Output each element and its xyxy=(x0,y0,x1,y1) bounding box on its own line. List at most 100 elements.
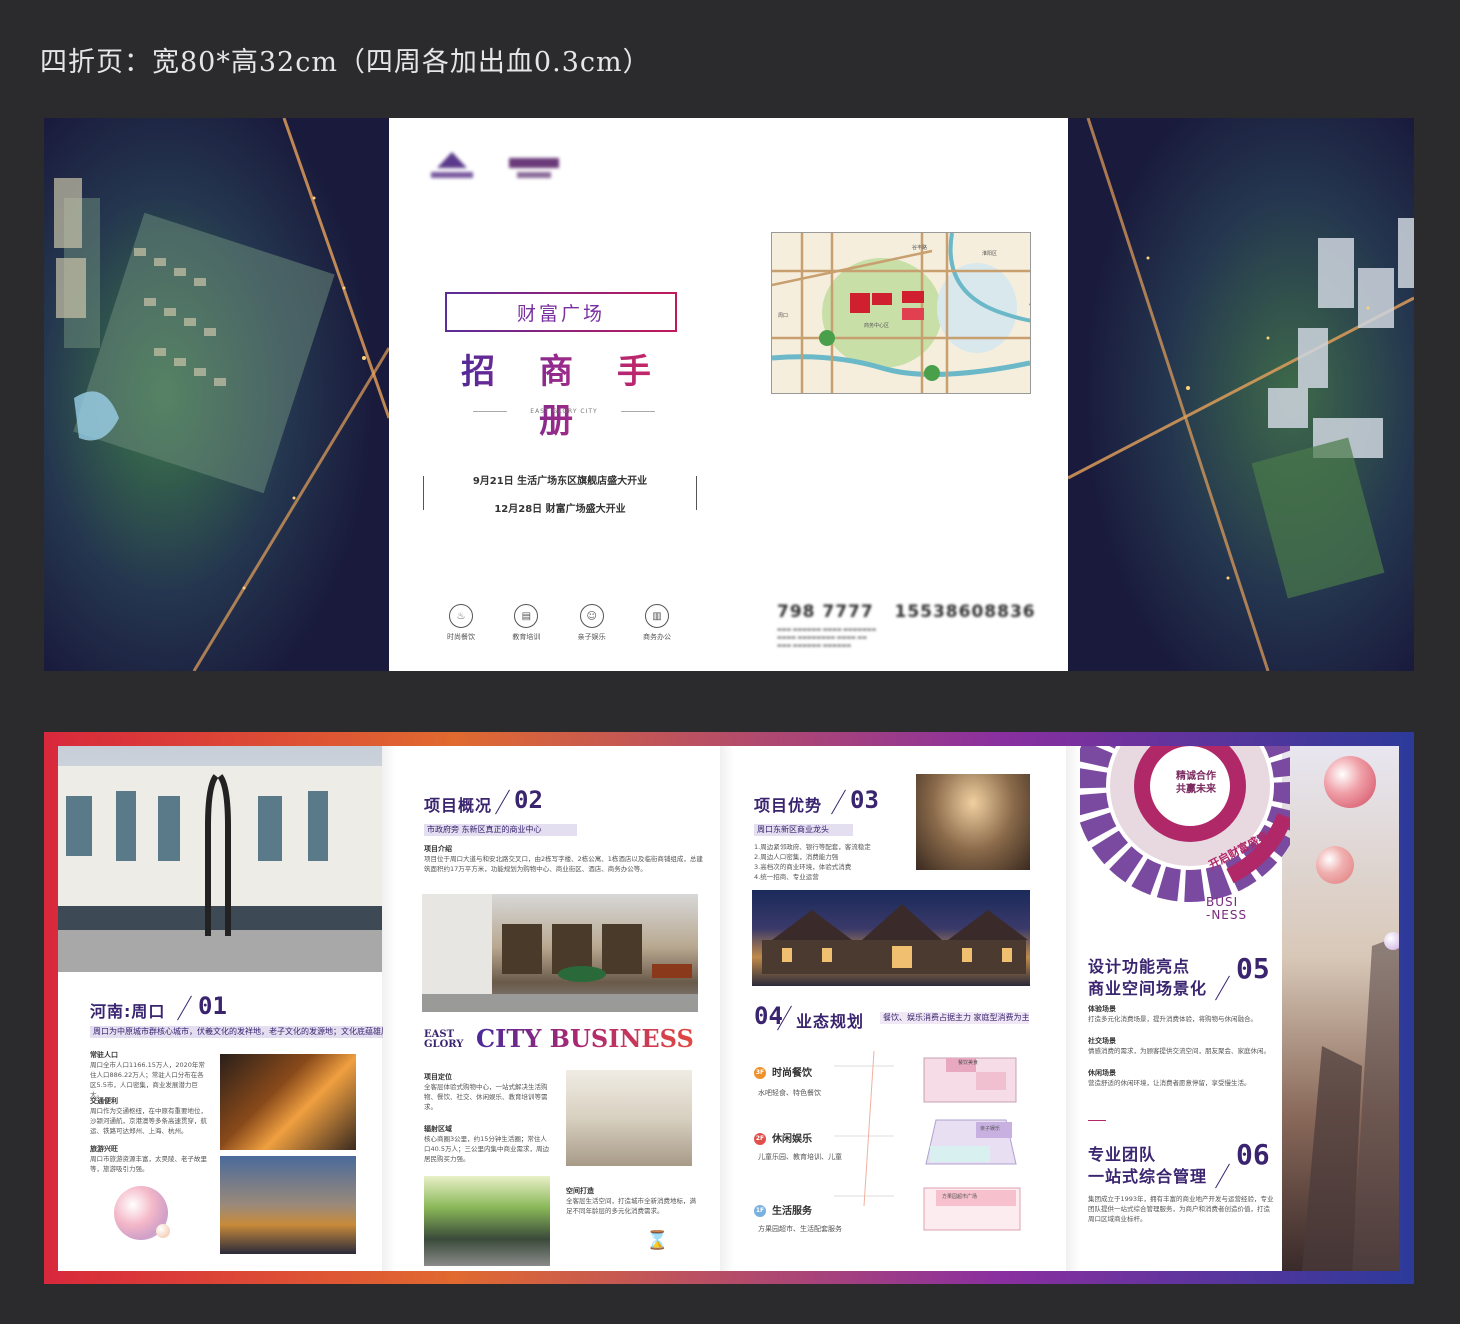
icon-item-education: ▤ 教育培训 xyxy=(504,604,548,642)
title-slash xyxy=(177,995,192,1021)
floor-plan-3f: 餐饮美食 xyxy=(916,1052,1026,1108)
ring-text-1: 精诚合作 xyxy=(1176,771,1216,782)
panel-project-advantage: 项目优势 03 周口东新区商业龙头 1.周边紧邻政府、银行等配套，客流稳定 2.… xyxy=(734,746,1066,1271)
title-5b: 商业空间场景化 xyxy=(1088,979,1208,998)
info-body: 周口全市人口1166.15万人，2020年常住人口886.22万人；常驻人口分布… xyxy=(90,1061,205,1099)
info-block-tourism: 旅游兴旺周口市旅游资源丰富，太昊陵、老子故里等，旅游吸引力强。 xyxy=(90,1144,208,1174)
feature-head: 社交场景 xyxy=(1088,1037,1116,1045)
supermarket-photo xyxy=(424,1176,550,1266)
title-5a: 设计功能亮点 xyxy=(1088,957,1191,976)
panel-business-features: 精诚合作 共赢未来 开启财富盛宴 BUSI -NESS 设计功能亮点 商业空间场景化 … xyxy=(1066,746,1399,1271)
brand-east-glory: EAST GLORY xyxy=(424,1030,463,1050)
busi: BUSI xyxy=(1206,895,1239,909)
decor-bubble xyxy=(156,1224,170,1238)
floor-plan-1f: 方果园超市广场 xyxy=(916,1180,1026,1236)
divider xyxy=(1088,1120,1106,1121)
busi-ness-text: BUSI -NESS xyxy=(1206,896,1247,922)
floor-name: 生活服务 xyxy=(772,1206,812,1217)
info-block-population: 常驻人口 周口全市人口1166.15万人，2020年常住人口886.22万人；常驻… xyxy=(90,1050,208,1100)
floor-row-2f: 2F 休闲娱乐 xyxy=(754,1130,812,1145)
floor-dot: 2F xyxy=(754,1133,766,1145)
icon-item-dining: ♨ 时尚餐饮 xyxy=(439,604,483,642)
title-slash xyxy=(831,789,846,815)
section-title-4: 业态规划 xyxy=(796,1012,865,1031)
chef-hat-icon: ♨ xyxy=(449,604,473,628)
floor-desc: 方果园超市、生活配套服务 xyxy=(758,1225,842,1233)
title-slash xyxy=(1215,975,1230,1001)
hotline-2: 15538608836 xyxy=(894,602,1036,622)
feature-block-3: 休闲场景 营造舒适的休闲环境，让消费者愿意停留，享受慢生活。 xyxy=(1088,1068,1276,1088)
title-6a: 专业团队 xyxy=(1088,1145,1157,1164)
page-heading: 四折页：宽80*高32cm（四周各加出血0.3cm） xyxy=(40,47,651,78)
skyscraper-photo xyxy=(1282,746,1399,1271)
plan-label: 亲子娱乐 xyxy=(980,1126,1001,1132)
pos-head: 项目定位 xyxy=(424,1073,452,1081)
floor-desc: 儿童乐园、教育培训、儿童 xyxy=(758,1153,842,1161)
radiation-area: 辐射区域核心商圈3公里，约15分钟生活圈；常住人口40.5万人；三公里内集中商业… xyxy=(424,1124,552,1164)
cover-main-title: 招 商 手 册 xyxy=(449,344,679,442)
section-bar-2: 市政府旁 东新区真正的商业中心 xyxy=(424,824,577,836)
mall-night-photo xyxy=(752,890,1030,986)
section-title-5: 设计功能亮点 商业空间场景化 xyxy=(1088,956,1207,1000)
intro-head: 项目介绍 xyxy=(424,845,452,853)
section-title-2: 项目概况 xyxy=(424,796,493,815)
decor-bubble xyxy=(1316,846,1354,884)
contact-phones: 798 7777 15538608836 xyxy=(777,602,1036,622)
rad-body: 核心商圈3公里，约15分钟生活圈；常住人口40.5万人；三公里内集中商业需求，周… xyxy=(424,1135,549,1163)
rad-head: 辐射区域 xyxy=(424,1125,452,1133)
floor-plan-2f: 亲子娱乐 xyxy=(916,1114,1026,1170)
section-title-6: 专业团队一站式综合管理 xyxy=(1088,1144,1207,1188)
brand-glory: GLORY xyxy=(424,1039,464,1050)
book-icon: ▤ xyxy=(514,604,539,628)
section-number-6: 06 xyxy=(1236,1138,1270,1171)
section-number-1: 01 xyxy=(198,992,227,1020)
feature-body: 打造多元化消费场景，提升消费体验，将购物与休闲融合。 xyxy=(1088,1015,1257,1023)
map-label: 周口 xyxy=(778,313,789,319)
section-number-2: 02 xyxy=(514,786,543,814)
decor-bubble xyxy=(1384,932,1399,950)
mall-facade-photo xyxy=(58,746,382,972)
advantage-points: 1.周边紧邻政府、银行等配套，客流稳定 2.周边人口密集，消费能力强 3.高档次… xyxy=(754,843,871,881)
ring-text-2: 共赢未来 xyxy=(1176,784,1216,795)
feature-body: 营造舒适的休闲环境，让消费者愿意停留，享受慢生活。 xyxy=(1088,1079,1251,1087)
icon-item-family: ☺ 亲子娱乐 xyxy=(570,604,614,642)
map-label: 淮阳区 xyxy=(982,251,998,257)
section-bar-4: 餐饮、娱乐消费占据主力 家庭型消费为主 xyxy=(880,1012,1029,1024)
panel-henan-zhoukou: 河南:周口 01 周口为中原城市群核心城市，伏羲文化的发祥地，老子文化的发源地；… xyxy=(58,746,383,1271)
info-head: 旅游兴旺 xyxy=(90,1145,118,1153)
space-design: 空间打造 全客层生活空间，打造城市全新消费地标，满足不同年龄层的多元化消费需求。 xyxy=(566,1186,698,1216)
brochure-cover-spread: 财富广场 招 商 手 册 EAST GLORY CITY 9月21日 生活广场东… xyxy=(44,118,1414,671)
panel-project-overview: 项目概况 02 市政府旁 东新区真正的商业中心 项目介绍 项目位于周口大道与和安北… xyxy=(396,746,720,1271)
team-description: 集团成立于1993年，拥有丰富的商业地产开发与运营经验，专业团队提供一站式综合管… xyxy=(1088,1195,1274,1223)
brand-city-business: CITY BUSINESS xyxy=(476,1024,694,1053)
opening-dates-frame: 9月21日 生活广场东区旗舰店盛大开业 12月28日 财富广场盛大开业 xyxy=(423,476,697,515)
office-icon: ▥ xyxy=(644,604,669,628)
info-block-traffic: 交通便利 周口作为交通枢纽，在中原有重要地位，沙颍河通航，京港澳等多条高速贯穿，航… xyxy=(90,1096,208,1136)
city-skyline-photo xyxy=(220,1156,356,1254)
title-slash xyxy=(1215,1163,1230,1189)
floor-name: 时尚餐饮 xyxy=(772,1068,812,1079)
project-intro: 项目介绍 项目位于周口大道与和安北路交叉口，由2栋写字楼、2栋公寓、1栋酒店以及临… xyxy=(424,844,704,874)
floor-connector xyxy=(834,1050,894,1206)
location-map: 谷丰路 淮阳区 商务中心区 周口 xyxy=(771,232,1031,394)
fold-shadow xyxy=(720,746,734,1271)
feature-head: 体验场景 xyxy=(1088,1005,1116,1013)
info-body: 周口作为交通枢纽，在中原有重要地位，沙颍河通航，京港澳等多条高速贯穿，航运、铁路… xyxy=(90,1107,207,1135)
decor-bubble xyxy=(1324,756,1376,808)
mall-interior-photo xyxy=(566,1070,692,1166)
info-body: 周口市旅游资源丰富，太昊陵、老子故里等，旅游吸引力强。 xyxy=(90,1155,207,1173)
floor-row-1f: 1F 生活服务 xyxy=(754,1202,812,1217)
cover-center-panel: 财富广场 招 商 手 册 EAST GLORY CITY 9月21日 生活广场东… xyxy=(389,118,1068,671)
opening-date-2: 12月28日 财富广场盛大开业 xyxy=(494,504,626,515)
aerial-night-photo-right xyxy=(1068,118,1414,671)
ness: -NESS xyxy=(1206,908,1248,922)
cover-box-title: 财富广场 xyxy=(445,292,677,332)
map-label: 商务中心区 xyxy=(864,323,890,329)
contact-address-blurred: ▬▬▬ ▬▬▬▬▬▬ ▬▬▬▬ ▬▬▬▬▬▬▬ ▬▬▬▬ ▬▬▬▬▬▬▬▬ ▬▬▬… xyxy=(777,627,877,649)
atrium-photo xyxy=(916,774,1030,870)
icon-label: 亲子娱乐 xyxy=(577,633,606,641)
floor-name: 休闲娱乐 xyxy=(772,1134,812,1145)
floor-dot: 3F xyxy=(754,1067,766,1079)
floor-row-3f: 3F 时尚餐饮 xyxy=(754,1064,812,1079)
title-6b: 一站式综合管理 xyxy=(1088,1167,1208,1186)
